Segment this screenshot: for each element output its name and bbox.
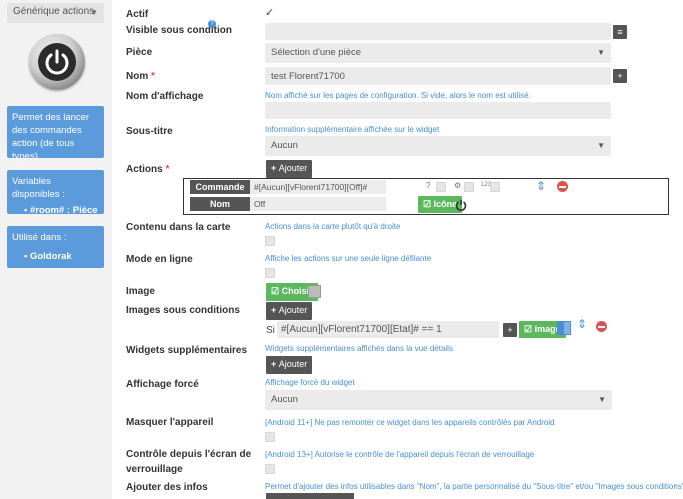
power-icon <box>45 49 69 75</box>
commande-input[interactable]: #[Aucun][vFlorent71700][Off]# <box>250 180 386 194</box>
chevron-down-icon: ▼ <box>90 8 98 17</box>
affichage-help: Nom affiché sur les pages de configurati… <box>265 91 531 100</box>
plus-icon: + <box>271 305 279 315</box>
controle-help: [Android 13+] Autorise le contrôle de l'… <box>265 450 535 459</box>
soustitre-select-value: Aucun <box>271 140 298 151</box>
add-icon[interactable]: + <box>503 323 517 337</box>
ajouter-infos-button[interactable] <box>266 493 354 499</box>
used-in-box: Utilisé dans : • Goldorak <box>7 226 104 268</box>
si-label: Si <box>266 325 275 336</box>
chevron-down-icon: ▼ <box>597 48 605 57</box>
soustitre-label: Sous-titre <box>126 126 173 137</box>
controle-label-1: Contrôle depuis l'écran de <box>126 449 252 460</box>
affichage-force-label: Affichage forcé <box>126 379 199 390</box>
nom-input[interactable]: test Florent71700 <box>265 67 611 85</box>
mode-label: Mode en ligne <box>126 254 193 265</box>
option-checkbox-1[interactable] <box>436 182 446 192</box>
images-cond-label: Images sous conditions <box>126 305 240 316</box>
chevron-down-icon: ▼ <box>598 395 606 404</box>
mode-checkbox[interactable] <box>265 268 275 278</box>
remove-action-icon[interactable] <box>557 181 568 192</box>
power-logo-inner <box>38 43 76 81</box>
contenu-checkbox[interactable] <box>265 236 275 246</box>
ajouter-infos-label: Ajouter des infos <box>126 482 208 493</box>
used-in-item[interactable]: Goldorak <box>30 251 72 262</box>
power-icon <box>455 200 467 211</box>
plus-icon: + <box>271 163 279 173</box>
piece-select[interactable]: Sélection d'une pièce ▼ <box>265 43 611 63</box>
option-checkbox-2[interactable] <box>464 182 474 192</box>
add-image-condition-button[interactable]: + Ajouter <box>266 302 313 320</box>
condition-input[interactable]: #[Aucun][vFlorent71700][Etat]# == 1 <box>277 321 499 338</box>
plus-icon: + <box>271 359 279 369</box>
mode-help: Affiche les actions sur une seule ligne … <box>265 254 432 263</box>
soustitre-help: Information supplémentaire affichée sur … <box>265 125 440 134</box>
variables-item: #room# : Pièce <box>29 205 98 216</box>
variables-title: Variables disponibles : <box>12 176 65 200</box>
controle-checkbox[interactable] <box>265 464 275 474</box>
piece-label: Pièce <box>126 47 153 58</box>
used-in-title: Utilisé dans : <box>12 232 67 243</box>
move-arrows-icon[interactable]: ⇕ <box>536 179 546 193</box>
nom-label: Nom * <box>126 71 155 82</box>
visible-label: Visible sous condition <box>126 25 232 36</box>
piece-select-value: Sélection d'une pièce <box>271 47 362 58</box>
description-text: Permet des lancer des commandes action (… <box>12 112 90 162</box>
move-arrows-icon[interactable]: ⇕ <box>577 317 587 331</box>
chevron-down-icon: ▼ <box>597 141 605 150</box>
add-action-button[interactable]: + Ajouter <box>266 160 313 178</box>
remove-condition-icon[interactable] <box>596 321 607 332</box>
variables-box: Variables disponibles : • #room# : Pièce <box>7 170 104 216</box>
help-circle-icon[interactable]: ? <box>426 181 430 190</box>
image-preview <box>308 285 321 298</box>
actions-label: Actions * <box>126 164 170 175</box>
masquer-label: Masquer l'appareil <box>126 417 214 428</box>
add-widget-button[interactable]: + Ajouter <box>266 356 313 374</box>
affichage-input[interactable] <box>265 102 611 119</box>
power-logo <box>29 34 85 90</box>
help-icon[interactable]: ? <box>208 20 216 28</box>
visible-condition-input[interactable] <box>265 23 611 40</box>
affichage-label: Nom d'affichage <box>126 91 204 102</box>
option-checkbox-3[interactable] <box>490 182 500 192</box>
description-box: Permet des lancer des commandes action (… <box>7 106 104 162</box>
commande-label: Commande <box>190 180 250 194</box>
check-icon: ☑ <box>524 324 535 334</box>
contenu-label: Contenu dans la carte <box>126 222 231 233</box>
condition-value: #[Aucun][vFlorent71700][Etat]# == 1 <box>281 324 442 335</box>
ajouter-infos-help: Permet d'ajouter des infos utilisables d… <box>265 482 683 491</box>
add-icon[interactable]: + <box>613 69 627 83</box>
image-label: Image <box>126 286 155 297</box>
actif-checkbox[interactable]: ✓ <box>265 6 274 19</box>
controle-label-2: verrouillage <box>126 464 183 475</box>
gear-icon: ⚙ <box>454 181 462 190</box>
nom-input-value: test Florent71700 <box>271 71 345 82</box>
list-icon[interactable]: ≡ <box>613 25 627 39</box>
check-icon: ☑ <box>423 199 434 209</box>
nom-cmd-label: Nom <box>190 197 250 211</box>
affichage-force-help: Affichage forcé du widget <box>265 378 355 387</box>
soustitre-select[interactable]: Aucun ▼ <box>265 136 611 156</box>
affichage-force-select[interactable]: Aucun ▼ <box>265 390 612 410</box>
type-select-value: Générique actions <box>13 6 95 17</box>
widgets-help: Widgets supplémentaires affichés dans la… <box>265 344 453 353</box>
contenu-help: Actions dans la carte plutôt qu'à droite <box>265 222 401 231</box>
masquer-checkbox[interactable] <box>265 432 275 442</box>
nom-cmd-input[interactable]: Off <box>250 197 386 211</box>
action-row: Commande #[Aucun][vFlorent71700][Off]# ?… <box>183 178 669 215</box>
affichage-force-value: Aucun <box>271 394 298 405</box>
check-icon: ☑ <box>271 286 282 296</box>
widgets-label: Widgets supplémentaires <box>126 345 248 356</box>
masquer-help: [Android 11+] Ne pas remonter ce widget … <box>265 418 555 427</box>
image-thumbnail <box>557 321 571 335</box>
actif-label: Actif <box>126 9 149 20</box>
type-select[interactable]: Générique actions ▼ <box>7 3 104 23</box>
